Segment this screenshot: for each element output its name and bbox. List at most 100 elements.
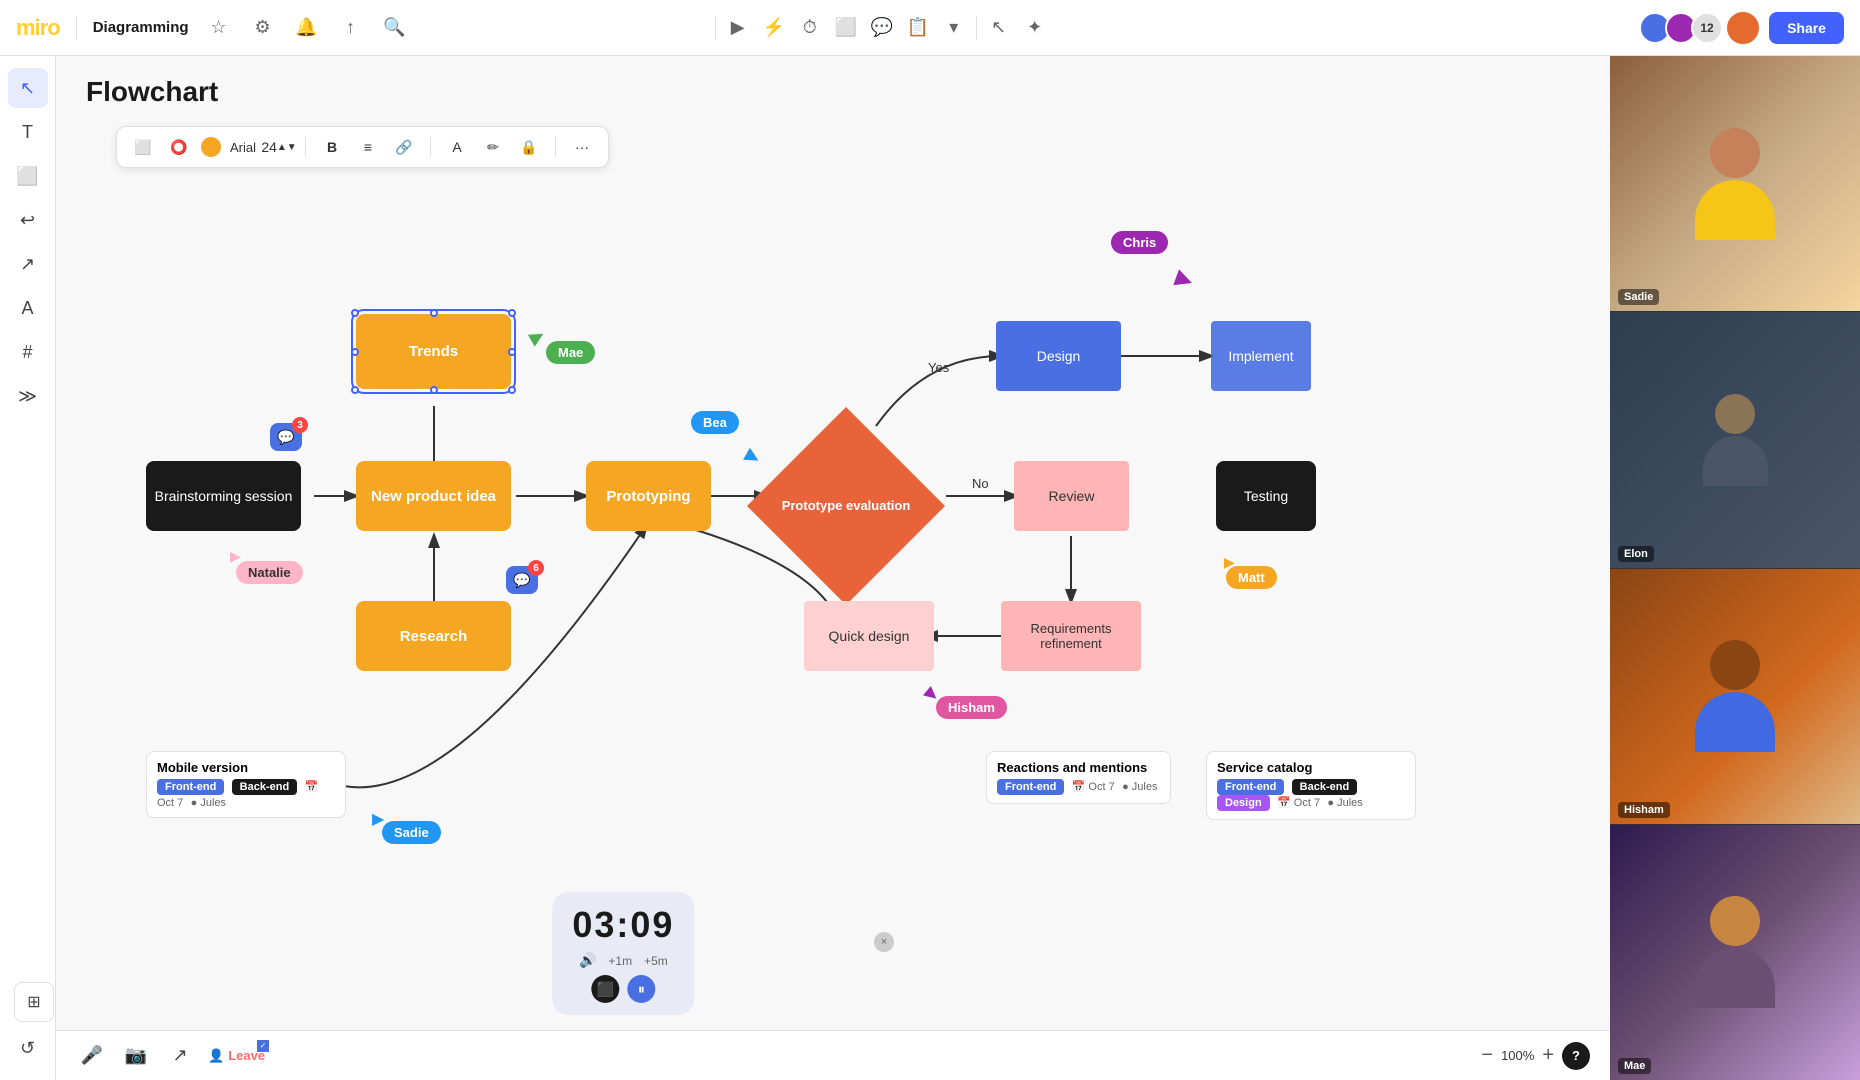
node-research[interactable]: Research [356, 601, 511, 671]
card-mobile-version[interactable]: Mobile version Front-end Back-end 📅 Oct … [146, 751, 346, 818]
nav-cursor2-icon[interactable]: ✦ [1021, 14, 1049, 42]
handle-bm[interactable] [430, 386, 438, 394]
tb-font-size[interactable]: 24 ▲▼ [265, 133, 293, 161]
sidebar-grid-tool[interactable]: # [8, 332, 48, 372]
sidebar-more-tools[interactable]: ≫ [8, 376, 48, 416]
nav-chat-icon[interactable]: 💬 [868, 14, 896, 42]
tb-highlight[interactable]: ✏ [479, 133, 507, 161]
nav-arrow-icon[interactable]: ▶ [724, 14, 752, 42]
sidebar-pen-tool[interactable]: A [8, 288, 48, 328]
canvas-area[interactable]: Flowchart ⬜ ⭕ Arial 24 ▲▼ B ≡ 🔗 A ✏ 🔒 ··… [56, 56, 1860, 1080]
card-service-catalog[interactable]: Service catalog Front-end Back-end Desig… [1206, 751, 1416, 820]
bottom-bar: 🎤 📷 ↗ 👤 ✓ Leave − 100% + ? [56, 1030, 1610, 1080]
handle-mr[interactable] [508, 348, 516, 356]
svg-text:No: No [972, 476, 989, 491]
board-name[interactable]: Diagramming [93, 19, 189, 36]
zoom-out-button[interactable]: − [1481, 1044, 1493, 1067]
mic-icon[interactable]: 🎤 [76, 1040, 108, 1072]
tb-link[interactable]: 🔗 [390, 133, 418, 161]
tb-font-name[interactable]: Arial [229, 133, 257, 161]
nav-lightning-icon[interactable]: ⚡ [760, 14, 788, 42]
leave-group[interactable]: 👤 ✓ Leave [208, 1048, 265, 1064]
timer-plus1m[interactable]: +1m [608, 954, 632, 968]
video-label-mae: Mae [1618, 1058, 1651, 1074]
node-brainstorming[interactable]: Brainstorming session [146, 461, 301, 531]
share-screen-icon[interactable]: ↗ [164, 1040, 196, 1072]
card-reactions-title: Reactions and mentions [997, 760, 1160, 775]
nav-screen-icon[interactable]: ⬜ [832, 14, 860, 42]
timer-stop-button[interactable]: ⬛ [591, 975, 619, 1003]
sidebar-cursor-tool[interactable]: ↖ [8, 68, 48, 108]
sidebar-arrow-tool[interactable]: ↗ [8, 244, 48, 284]
tb-lock[interactable]: 🔒 [515, 133, 543, 161]
tb-color-fill[interactable] [201, 137, 221, 157]
elon-body [1703, 436, 1768, 486]
timer-display: 03:09 [572, 904, 674, 946]
comment-bubble-1[interactable]: 💬 3 [270, 423, 302, 451]
video-slot-sadie: Sadie [1610, 56, 1860, 312]
user-avatar[interactable] [1725, 10, 1761, 46]
card-reactions-tags: Front-end 📅 Oct 7 ● Jules [997, 779, 1160, 795]
node-requirements[interactable]: Requirements refinement [1001, 601, 1141, 671]
zoom-in-button[interactable]: + [1542, 1044, 1554, 1067]
node-design[interactable]: Design [996, 321, 1121, 391]
handle-bl[interactable] [351, 386, 359, 394]
nav-timer-icon[interactable]: ⏱ [796, 14, 824, 42]
video-label-elon: Elon [1618, 546, 1654, 562]
cursor-bea-arrow: ▶ [742, 444, 764, 469]
node-testing[interactable]: Testing [1216, 461, 1316, 531]
avatar-group[interactable]: 12 [1645, 12, 1723, 44]
sidebar-shape-tool[interactable]: ↩ [8, 200, 48, 240]
camera-icon[interactable]: 📷 [120, 1040, 152, 1072]
timer-audio-icon: 🔊 [579, 952, 596, 969]
star-icon[interactable]: ☆ [205, 14, 233, 42]
node-prototype-eval[interactable]: Prototype evaluation [766, 426, 926, 586]
tb-bold[interactable]: B [318, 133, 346, 161]
share-button[interactable]: Share [1769, 12, 1844, 44]
sidebar-undo-tool[interactable]: ↺ [8, 1028, 48, 1068]
nav-cursor-icon[interactable]: ↖ [985, 14, 1013, 42]
timer-pause-button[interactable]: ⏸ [627, 975, 655, 1003]
tb-text-color[interactable]: A [443, 133, 471, 161]
comment-bubble-2[interactable]: 💬 6 [506, 566, 538, 594]
card-mobile-user: ● Jules [191, 797, 226, 809]
node-prototyping[interactable]: Prototyping [586, 461, 711, 531]
user-badge: ✓ [257, 1040, 269, 1052]
notifications-icon[interactable]: 🔔 [293, 14, 321, 42]
tb-rect-shape[interactable]: ⬜ [129, 133, 157, 161]
node-review[interactable]: Review [1014, 461, 1129, 531]
avatar-count[interactable]: 12 [1691, 12, 1723, 44]
handle-tr[interactable] [508, 309, 516, 317]
node-implement[interactable]: Implement [1211, 321, 1311, 391]
search-icon[interactable]: 🔍 [381, 14, 409, 42]
settings-icon[interactable]: ⚙ [249, 14, 277, 42]
handle-ml[interactable] [351, 348, 359, 356]
timer-plus5m[interactable]: +5m [644, 954, 668, 968]
help-button[interactable]: ? [1562, 1042, 1590, 1070]
cursor-sadie-arrow: ▶ [372, 809, 384, 829]
video-label-sadie: Sadie [1618, 289, 1659, 305]
node-new-product[interactable]: New product idea [356, 461, 511, 531]
handle-tl[interactable] [351, 309, 359, 317]
nav-divider-1 [76, 16, 77, 40]
nav-more-icon[interactable]: ▾ [940, 14, 968, 42]
person-sadie [1695, 128, 1775, 240]
sidebar-sticky-tool[interactable]: ⬜ [8, 156, 48, 196]
node-quick-design[interactable]: Quick design [804, 601, 934, 671]
card-reactions[interactable]: Reactions and mentions Front-end 📅 Oct 7… [986, 751, 1171, 804]
panel-toggle-button[interactable]: ⊞ [14, 982, 54, 1022]
cursor-mae: Mae [546, 341, 595, 364]
handle-br[interactable] [508, 386, 516, 394]
tb-align[interactable]: ≡ [354, 133, 382, 161]
handle-tm[interactable] [430, 309, 438, 317]
timer-dismiss[interactable]: × [874, 932, 894, 952]
left-sidebar: ↖ T ⬜ ↩ ↗ A # ≫ ↺ [0, 56, 56, 1080]
sidebar-text-tool[interactable]: T [8, 112, 48, 152]
node-prototype-eval-label: Prototype evaluation [782, 498, 911, 515]
nav-right-controls: 12 Share [1645, 10, 1844, 46]
tb-more[interactable]: ··· [568, 133, 596, 161]
tb-circle-shape[interactable]: ⭕ [165, 133, 193, 161]
share-upload-icon[interactable]: ↑ [337, 14, 365, 42]
nav-layout-icon[interactable]: 📋 [904, 14, 932, 42]
node-trends[interactable]: Trends [356, 314, 511, 389]
